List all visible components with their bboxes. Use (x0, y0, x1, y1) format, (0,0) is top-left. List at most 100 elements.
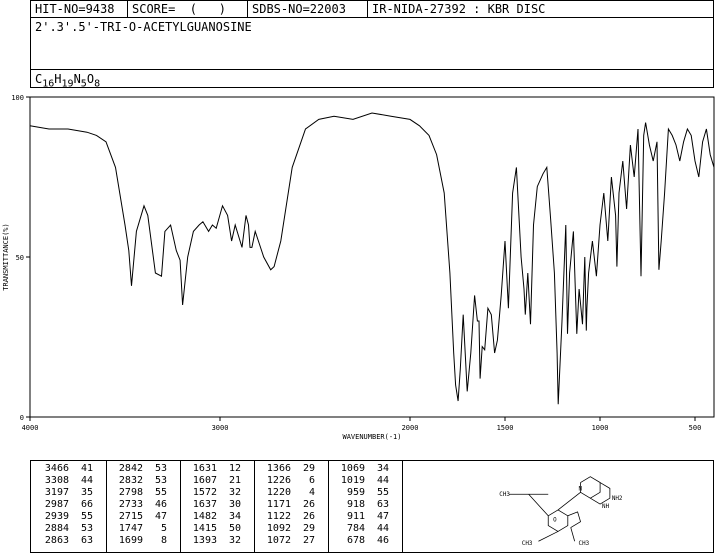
peak-transmittance: 8 (160, 535, 167, 546)
peak-transmittance: 30 (228, 499, 241, 510)
peak-row: 2863 63 (31, 535, 106, 547)
peak-transmittance: 46 (376, 535, 389, 546)
peak-row: 1482 34 (179, 511, 254, 523)
peak-wavenumber: 1072 (266, 535, 291, 546)
peak-wavenumber: 2842 (118, 463, 143, 474)
peak-wavenumber: 2863 (44, 535, 69, 546)
peak-wavenumber: 3197 (44, 487, 69, 498)
peak-transmittance: 53 (154, 475, 167, 486)
peak-transmittance: 66 (80, 499, 93, 510)
peak-row: 1072 27 (253, 535, 328, 547)
x-tick-label: 1500 (497, 424, 514, 432)
struct-label-ch3-b: CH3 (522, 541, 533, 547)
peak-transmittance: 53 (154, 463, 167, 474)
peak-wavenumber: 959 (346, 487, 365, 498)
peak-transmittance: 27 (302, 535, 315, 546)
spectrum-header: HIT-NO=9438 SCORE= ( ) SDBS-NO=22003 IR-… (30, 0, 714, 89)
peak-wavenumber: 1747 (118, 523, 143, 534)
peak-column: 1631 12 1607 21 1572 32 1637 30 1482 34 1415 50 1393… (179, 461, 255, 552)
peak-transmittance: 44 (80, 475, 93, 486)
peak-transmittance: 63 (376, 499, 389, 510)
peak-wavenumber: 1220 (266, 487, 291, 498)
y-tick-label: 0 (20, 414, 24, 422)
y-tick-label: 50 (16, 254, 24, 262)
peak-transmittance: 47 (376, 511, 389, 522)
peak-transmittance: 44 (376, 475, 389, 486)
peak-wavenumber: 1607 (192, 475, 217, 486)
peak-column: 3466 41 3308 44 3197 35 2987 66 2939 55 2884 53 2863… (31, 461, 107, 552)
peak-column: 1069 34 1019 44 959 55 918 63 911 47 784 44 678 46 (327, 461, 403, 552)
peak-wavenumber: 1122 (266, 511, 291, 522)
peak-row: 2733 46 (105, 499, 180, 511)
peak-transmittance: 44 (376, 523, 389, 534)
peak-wavenumber: 1393 (192, 535, 217, 546)
peak-transmittance: 26 (302, 511, 315, 522)
peak-transmittance: 34 (376, 463, 389, 474)
peak-row: 911 47 (327, 511, 402, 523)
y-axis-label: TRANSMITTANCE(%) (2, 223, 10, 290)
peak-wavenumber: 678 (346, 535, 365, 546)
peak-row: 1631 12 (179, 463, 254, 475)
peak-wavenumber: 2939 (44, 511, 69, 522)
peak-wavenumber: 918 (346, 499, 365, 510)
peak-row: 1122 26 (253, 511, 328, 523)
peak-transmittance: 63 (80, 535, 93, 546)
peak-row: 1393 32 (179, 535, 254, 547)
peak-transmittance: 55 (154, 487, 167, 498)
peak-transmittance: 6 (308, 475, 315, 486)
peak-wavenumber: 1637 (192, 499, 217, 510)
hit-number: HIT-NO=9438 (35, 2, 115, 16)
peak-row: 1572 32 (179, 487, 254, 499)
struct-label-nh: NH (602, 504, 610, 510)
peak-transmittance: 29 (302, 523, 315, 534)
peak-wavenumber: 2733 (118, 499, 143, 510)
peak-wavenumber: 1699 (118, 535, 143, 546)
molecule-structure: CH3 CH3 CH3 NH2 NH N O (499, 476, 623, 547)
peak-wavenumber: 1366 (266, 463, 291, 474)
peak-transmittance: 46 (154, 499, 167, 510)
peak-transmittance: 55 (80, 511, 93, 522)
x-tick-label: 500 (689, 424, 702, 432)
peak-row: 2715 47 (105, 511, 180, 523)
peak-wavenumber: 2715 (118, 511, 143, 522)
peak-wavenumber: 1171 (266, 499, 291, 510)
chart-axes: 4000 3000 2000 1500 1000 500 0 50 100 WAVENUMBER(… (2, 94, 715, 441)
peak-row: 1019 44 (327, 475, 402, 487)
peak-row: 1699 8 (105, 535, 180, 547)
peak-wavenumber: 1069 (340, 463, 365, 474)
peak-row: 2884 53 (31, 523, 106, 535)
spectrum-line (29, 112, 715, 405)
peak-row: 2987 66 (31, 499, 106, 511)
peak-row: 2798 55 (105, 487, 180, 499)
struct-label-ch3-a: CH3 (499, 492, 510, 498)
peak-wavenumber: 1226 (266, 475, 291, 486)
peak-row: 3308 44 (31, 475, 106, 487)
peak-wavenumber: 2798 (118, 487, 143, 498)
peak-wavenumber: 3308 (44, 475, 69, 486)
peak-wavenumber: 1482 (192, 511, 217, 522)
peak-transmittance: 35 (80, 487, 93, 498)
peak-row: 2842 53 (105, 463, 180, 475)
header-row: HIT-NO=9438 SCORE= ( ) SDBS-NO=22003 IR-… (31, 1, 713, 18)
peak-transmittance: 53 (80, 523, 93, 534)
peak-transmittance: 26 (302, 499, 315, 510)
peak-row: 1637 30 (179, 499, 254, 511)
peak-transmittance: 55 (376, 487, 389, 498)
x-tick-label: 4000 (22, 424, 39, 432)
peak-row: 1366 29 (253, 463, 328, 475)
peak-transmittance: 34 (228, 511, 241, 522)
chart-marks (29, 112, 715, 405)
peak-wavenumber: 1631 (192, 463, 217, 474)
molecular-formula: C16H19N5O8 (31, 69, 713, 89)
peak-transmittance: 4 (308, 487, 315, 498)
struct-label-ch3-c: CH3 (579, 541, 590, 547)
struct-label-nh2: NH2 (612, 496, 623, 502)
y-tick-label: 100 (11, 94, 24, 102)
peak-transmittance: 21 (228, 475, 241, 486)
peak-row: 678 46 (327, 535, 402, 547)
struct-label-o: O (553, 518, 557, 524)
peak-transmittance: 5 (160, 523, 167, 534)
peak-wavenumber: 1092 (266, 523, 291, 534)
peak-row: 959 55 (327, 487, 402, 499)
peak-column: 1366 29 1226 6 1220 4 1171 26 1122 26 1092 29 1072 27 (253, 461, 329, 552)
